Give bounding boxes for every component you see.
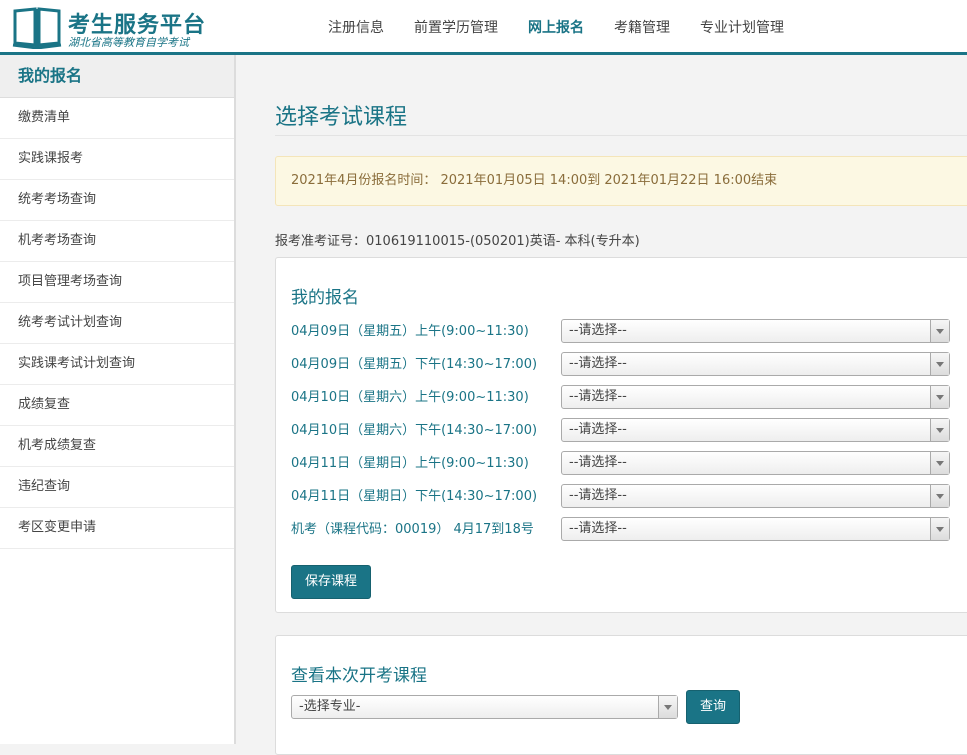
chevron-down-icon — [930, 386, 949, 408]
course-select[interactable]: --请选择-- — [561, 517, 950, 541]
select-value: -选择专业- — [299, 699, 361, 714]
registration-panel-title: 我的报名 — [291, 288, 359, 308]
course-select[interactable]: --请选择-- — [561, 385, 950, 409]
save-course-button[interactable]: 保存课程 — [291, 565, 372, 599]
registration-panel: 我的报名 04月09日（星期五）上午(9:00~11:30) --请选择-- 0… — [275, 257, 967, 613]
select-value: --请选择-- — [569, 521, 627, 536]
course-select[interactable]: --请选择-- — [561, 484, 950, 508]
logo-subtitle: 湖北省高等教育自学考试 — [68, 36, 189, 49]
sidebar-title: 我的报名 — [0, 55, 234, 98]
session-label: 04月09日（星期五）上午(9:00~11:30) — [291, 324, 529, 339]
sidebar-item-payment-list[interactable]: 缴费清单 — [0, 98, 234, 139]
chevron-down-icon — [658, 696, 677, 718]
select-value: --请选择-- — [569, 323, 627, 338]
session-label: 04月11日（星期日）上午(9:00~11:30) — [291, 456, 529, 471]
chevron-down-icon — [930, 419, 949, 441]
sidebar-item-unified-exam-room[interactable]: 统考考场查询 — [0, 180, 234, 221]
nav-prior-education[interactable]: 前置学历管理 — [399, 0, 513, 52]
open-courses-panel-title: 查看本次开考课程 — [291, 666, 427, 686]
sidebar-item-score-review[interactable]: 成绩复查 — [0, 385, 234, 426]
query-button[interactable]: 查询 — [686, 690, 741, 724]
session-label: 04月11日（星期日）下午(14:30~17:00) — [291, 489, 538, 504]
select-value: --请选择-- — [569, 422, 627, 437]
open-book-icon — [12, 7, 62, 49]
select-value: --请选择-- — [569, 488, 627, 503]
session-label: 机考（课程代码：00019） 4月17到18号 — [291, 522, 534, 537]
sidebar-item-computer-exam-room[interactable]: 机考考场查询 — [0, 221, 234, 262]
top-header: 考生服务平台 湖北省高等教育自学考试 注册信息 前置学历管理 网上报名 考籍管理… — [0, 0, 967, 55]
major-select[interactable]: -选择专业- — [291, 695, 678, 719]
page-title: 选择考试课程 — [275, 105, 408, 130]
logo[interactable]: 考生服务平台 湖北省高等教育自学考试 — [12, 5, 205, 49]
sidebar-item-project-exam-room[interactable]: 项目管理考场查询 — [0, 262, 234, 303]
select-value: --请选择-- — [569, 389, 627, 404]
chevron-down-icon — [930, 353, 949, 375]
session-label: 04月09日（星期五）下午(14:30~17:00) — [291, 357, 538, 372]
session-label: 04月10日（星期六）下午(14:30~17:00) — [291, 423, 538, 438]
registration-time-notice: 2021年4月份报名时间： 2021年01月05日 14:00到 2021年01… — [275, 156, 967, 206]
sidebar: 我的报名 缴费清单 实践课报考 统考考场查询 机考考场查询 项目管理考场查询 统… — [0, 55, 236, 744]
sidebar-item-practice-registration[interactable]: 实践课报考 — [0, 139, 234, 180]
nav-online-registration[interactable]: 网上报名 — [513, 0, 599, 52]
session-label: 04月10日（星期六）上午(9:00~11:30) — [291, 390, 529, 405]
chevron-down-icon — [930, 518, 949, 540]
select-value: --请选择-- — [569, 356, 627, 371]
nav-major-plan[interactable]: 专业计划管理 — [685, 0, 799, 52]
sidebar-item-computer-score-review[interactable]: 机考成绩复查 — [0, 426, 234, 467]
course-select[interactable]: --请选择-- — [561, 418, 950, 442]
select-value: --请选择-- — [569, 455, 627, 470]
sidebar-item-violation-query[interactable]: 违纪查询 — [0, 467, 234, 508]
sidebar-item-unified-exam-plan[interactable]: 统考考试计划查询 — [0, 303, 234, 344]
chevron-down-icon — [930, 452, 949, 474]
main-content: 选择考试课程 2021年4月份报名时间： 2021年01月05日 14:00到 … — [236, 55, 967, 755]
nav-student-records[interactable]: 考籍管理 — [599, 0, 685, 52]
main-nav: 注册信息 前置学历管理 网上报名 考籍管理 专业计划管理 — [313, 0, 799, 52]
course-select[interactable]: --请选择-- — [561, 352, 950, 376]
exam-ticket-info: 报考准考证号：010619110015-(050201)英语- 本科(专升本) — [275, 234, 640, 249]
course-select[interactable]: --请选择-- — [561, 451, 950, 475]
chevron-down-icon — [930, 485, 949, 507]
title-divider — [275, 135, 967, 136]
sidebar-item-practice-exam-plan[interactable]: 实践课考试计划查询 — [0, 344, 234, 385]
course-select[interactable]: --请选择-- — [561, 319, 950, 343]
nav-registration-info[interactable]: 注册信息 — [313, 0, 399, 52]
chevron-down-icon — [930, 320, 949, 342]
sidebar-item-exam-area-change[interactable]: 考区变更申请 — [0, 508, 234, 549]
open-courses-panel: 查看本次开考课程 -选择专业- 查询 — [275, 635, 967, 755]
